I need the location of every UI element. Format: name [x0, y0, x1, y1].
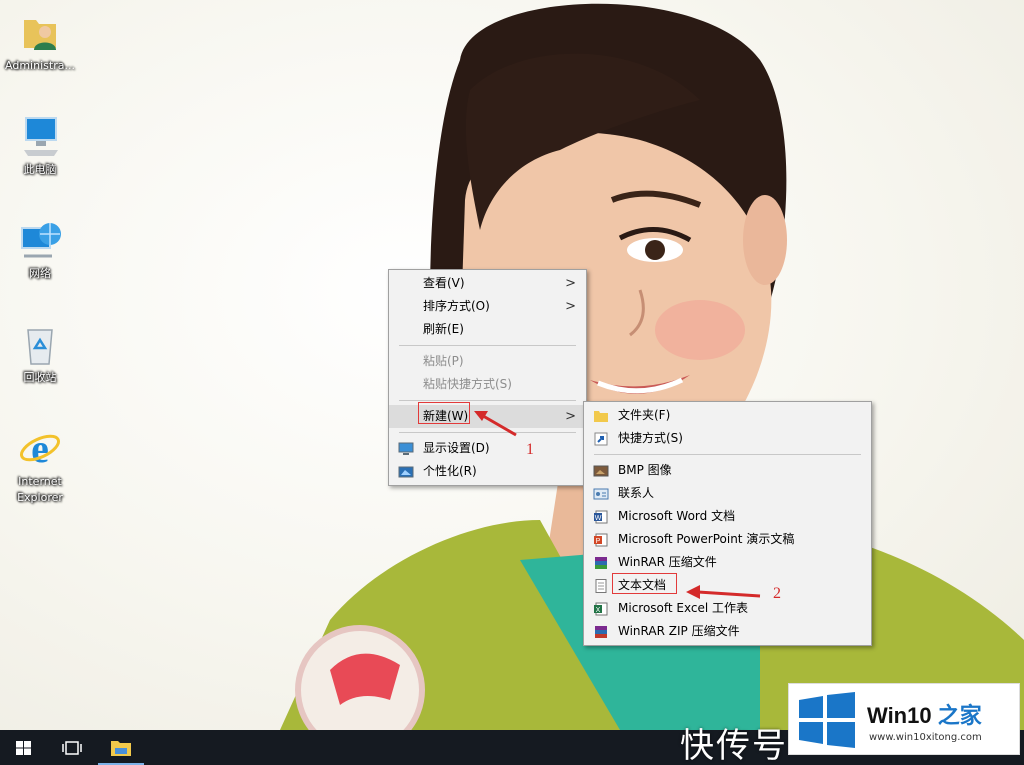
menu-item-label: 刷新(E) [423, 322, 464, 336]
new-item-bmp-image[interactable]: BMP 图像 [584, 459, 871, 482]
desktop-icon-label: 网络 [29, 267, 51, 280]
annotation-step-1: 1 [526, 441, 534, 458]
user-folder-icon [18, 10, 62, 54]
desktop-context-menu: 查看(V) > 排序方式(O) > 刷新(E) 粘贴(P) 粘贴快捷方式(S) … [388, 269, 587, 486]
menu-item-label: 快捷方式(S) [618, 431, 683, 445]
excel-icon: X [593, 601, 609, 616]
menu-item-paste[interactable]: 粘贴(P) [389, 350, 586, 373]
bmp-image-icon [593, 463, 609, 478]
menu-item-label: BMP 图像 [618, 463, 672, 477]
chevron-right-icon: > [565, 299, 576, 314]
menu-separator [594, 454, 861, 455]
watermark-kuaichuanhao: 快传号 [680, 726, 788, 765]
new-item-folder[interactable]: 文件夹(F) [584, 404, 871, 427]
new-item-shortcut[interactable]: 快捷方式(S) [584, 427, 871, 450]
watermark-badge-title-b: 之家 [931, 703, 982, 728]
file-explorer-button[interactable] [98, 730, 144, 765]
menu-item-label: 个性化(R) [423, 464, 477, 478]
powerpoint-icon: P [593, 532, 609, 547]
watermark-badge-title-a: Win10 [867, 703, 932, 728]
menu-item-label: Microsoft Word 文档 [618, 509, 736, 523]
watermark-win10-badge: Win10 之家 www.win10xitong.com [788, 683, 1020, 755]
menu-item-personalize[interactable]: 个性化(R) [389, 460, 586, 483]
desktop-icon-label: Internet Explorer [17, 475, 63, 504]
menu-item-label: WinRAR ZIP 压缩文件 [618, 624, 740, 638]
svg-text:e: e [31, 426, 49, 470]
contact-icon [593, 486, 609, 501]
annotation-arrow-2 [686, 585, 761, 599]
annotation-step-2: 2 [773, 585, 781, 602]
desktop-icon-administrator[interactable]: Administra... [0, 10, 80, 74]
desktop-icon-label: 回收站 [23, 371, 57, 384]
winrar-icon [593, 555, 609, 570]
desktop-icon-internet-explorer[interactable]: e Internet Explorer [0, 426, 80, 506]
watermark-badge-url: www.win10xitong.com [869, 732, 982, 743]
menu-item-sort-by[interactable]: 排序方式(O) > [389, 295, 586, 318]
new-item-winrar-zip[interactable]: WinRAR ZIP 压缩文件 [584, 620, 871, 643]
network-icon [18, 218, 62, 262]
shortcut-icon [593, 431, 609, 446]
menu-item-view[interactable]: 查看(V) > [389, 272, 586, 295]
display-settings-icon [398, 441, 414, 456]
annotation-arrow-1 [474, 411, 517, 437]
watermark-badge-title: Win10 之家 [867, 698, 982, 730]
menu-item-label: 文件夹(F) [618, 408, 671, 422]
winrar-zip-icon [593, 624, 609, 639]
menu-item-label: 查看(V) [423, 276, 465, 290]
personalize-icon [398, 464, 414, 479]
start-button[interactable] [0, 730, 46, 765]
new-item-contact[interactable]: 联系人 [584, 482, 871, 505]
annotation-highlight-text-document [612, 573, 677, 594]
menu-item-label: 粘贴快捷方式(S) [423, 377, 512, 391]
menu-item-label: 粘贴(P) [423, 354, 464, 368]
menu-item-label: Microsoft PowerPoint 演示文稿 [618, 532, 795, 546]
desktop-icon-network[interactable]: 网络 [0, 218, 80, 282]
menu-item-label: WinRAR 压缩文件 [618, 555, 717, 569]
menu-item-label: 排序方式(O) [423, 299, 490, 313]
svg-text:W: W [595, 515, 602, 522]
word-icon: W [593, 509, 609, 524]
chevron-right-icon: > [565, 409, 576, 424]
menu-separator [399, 345, 576, 346]
svg-text:P: P [596, 538, 601, 545]
new-item-word-document[interactable]: W Microsoft Word 文档 [584, 505, 871, 528]
new-item-powerpoint[interactable]: P Microsoft PowerPoint 演示文稿 [584, 528, 871, 551]
menu-item-paste-shortcut[interactable]: 粘贴快捷方式(S) [389, 373, 586, 396]
desktop-icon-label: 此电脑 [23, 163, 57, 176]
folder-icon [593, 408, 609, 423]
new-item-winrar-archive[interactable]: WinRAR 压缩文件 [584, 551, 871, 574]
menu-item-label: 联系人 [618, 486, 655, 500]
menu-separator [399, 400, 576, 401]
task-view-button[interactable] [48, 730, 94, 765]
menu-item-refresh[interactable]: 刷新(E) [389, 318, 586, 341]
computer-icon [18, 114, 62, 158]
desktop-icon-this-pc[interactable]: 此电脑 [0, 114, 80, 178]
desktop-icon-recycle-bin[interactable]: 回收站 [0, 322, 80, 386]
annotation-highlight-new [418, 402, 470, 424]
recycle-bin-icon [18, 322, 62, 366]
chevron-right-icon: > [565, 276, 576, 291]
svg-text:X: X [596, 607, 601, 614]
desktop-icon-label: Administra... [5, 59, 75, 72]
text-document-icon [593, 578, 609, 593]
internet-explorer-icon: e [18, 426, 62, 471]
